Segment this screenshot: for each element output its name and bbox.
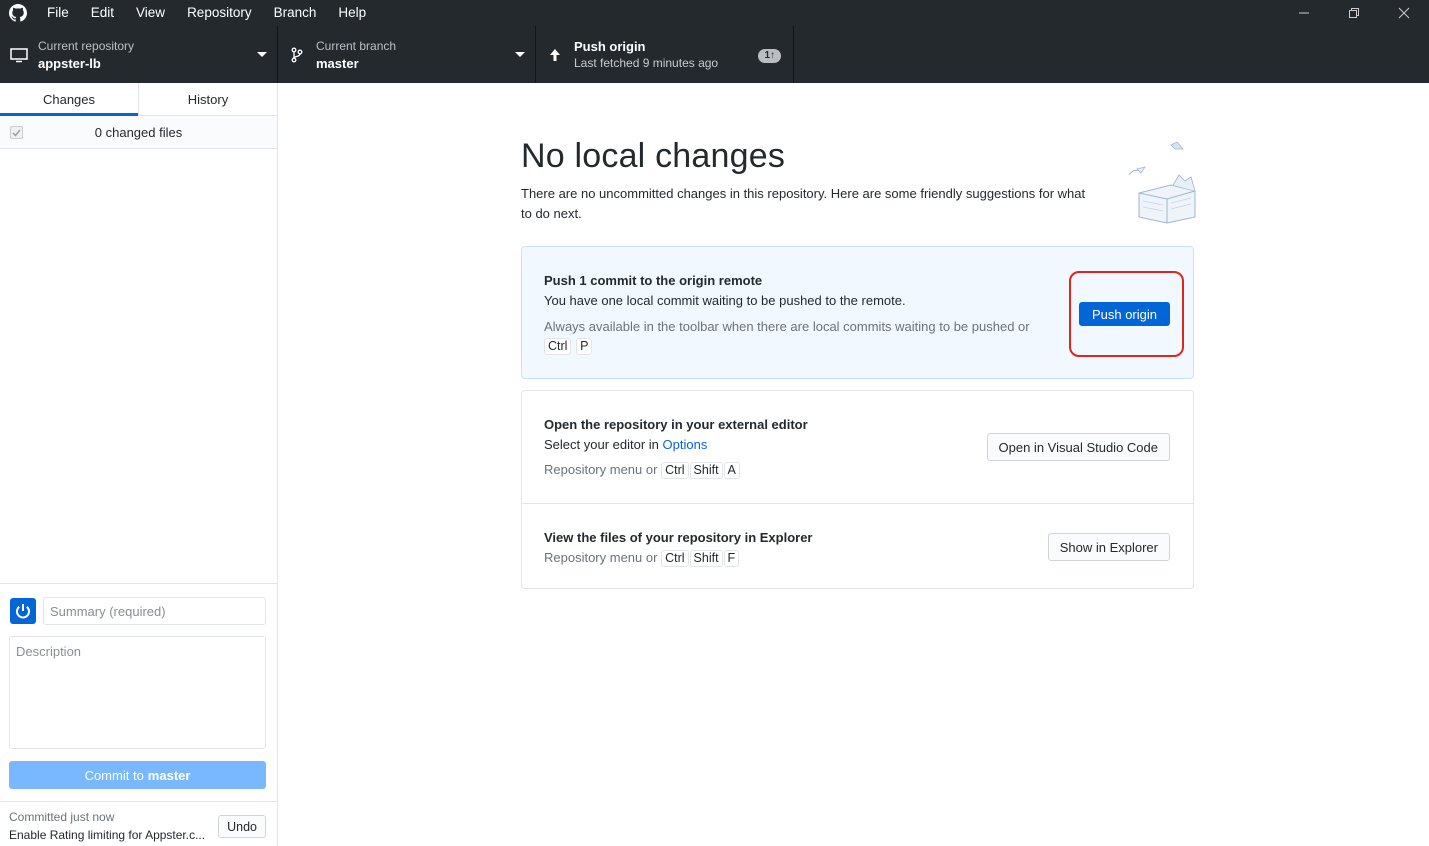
minimize-icon[interactable] [1279,0,1329,26]
show-in-explorer-button[interactable]: Show in Explorer [1047,533,1170,561]
sidebar-tabs: Changes History [0,83,277,116]
chevron-down-icon [257,52,267,57]
menu-repository[interactable]: Repository [176,0,263,26]
editor-card-description: Select your editor in Options [544,437,707,452]
menu-help[interactable]: Help [327,0,377,26]
kbd-p: P [576,338,593,355]
menu-edit[interactable]: Edit [80,0,125,26]
editor-suggestion: Open the repository in your external edi… [522,391,1193,503]
kbd-shift: Shift [689,462,723,479]
undo-button[interactable]: Undo [218,815,266,838]
menu-file[interactable]: File [36,0,80,26]
current-repository-dropdown[interactable]: Current repository appster-lb [0,26,278,83]
menu-bar: File Edit View Repository Branch Help [36,0,377,26]
kbd-ctrl: Ctrl [661,550,689,567]
computer-icon [0,47,38,63]
summary-input[interactable] [43,597,266,625]
last-commit-message: Enable Rating limiting for Appster.c... [9,828,206,842]
commit-button-label: Commit to [84,767,144,783]
options-link[interactable]: Options [663,437,708,452]
push-title: Push origin [574,38,646,54]
open-in-editor-button[interactable]: Open in Visual Studio Code [986,433,1170,461]
repository-label: Current repository [38,38,135,53]
description-field[interactable] [9,636,266,749]
push-card-title: Push 1 commit to the origin remote [544,273,763,288]
editor-card-title: Open the repository in your external edi… [544,417,808,432]
branch-name: master [316,55,359,71]
kbd-shift: Shift [689,550,723,567]
suggestions-card: Open the repository in your external edi… [521,390,1194,589]
avatar [10,598,36,624]
tab-changes[interactable]: Changes [0,83,138,116]
current-branch-dropdown[interactable]: Current branch master [278,26,536,83]
menu-branch[interactable]: Branch [263,0,328,26]
title-bar: File Edit View Repository Branch Help [0,0,1429,26]
commit-panel: Commit to master Committed just now Enab… [0,583,277,846]
menu-view[interactable]: View [125,0,176,26]
push-suggestion-card: Push 1 commit to the origin remote You h… [521,246,1194,379]
main-content: No local changes There are no uncommitte… [279,83,1429,846]
commit-branch-name: master [147,767,191,783]
branch-label: Current branch [316,38,397,53]
arrow-up-icon [536,48,574,62]
push-origin-card-button[interactable]: Push origin [1078,302,1170,326]
push-card-hint: Always available in the toolbar when the… [544,319,1030,334]
github-logo-icon [0,0,36,26]
intro-text: There are no uncommitted changes in this… [521,186,1086,221]
restore-icon[interactable] [1329,0,1379,26]
explorer-hint-text: Repository menu or [544,550,658,565]
close-icon[interactable] [1379,0,1429,26]
ahead-count-badge: 1↑ [758,49,781,63]
changed-files-header: 0 changed files [0,116,277,149]
changed-files-count: 0 changed files [94,124,183,140]
select-all-checkbox[interactable] [10,126,23,139]
kbd-ctrl: Ctrl [544,338,572,355]
window-controls [1279,0,1429,26]
explorer-card-title: View the files of your repository in Exp… [544,530,813,545]
toolbar: Current repository appster-lb Current br… [0,26,1429,83]
last-commit-time: Committed just now [9,810,115,824]
tab-history[interactable]: History [138,83,277,115]
editor-hint-text: Repository menu or [544,462,658,477]
editor-shortcut: Repository menu or Ctrl Shift A [544,462,741,479]
commit-button[interactable]: Commit to master [9,761,266,789]
last-fetched-text: Last fetched 9 minutes ago [574,55,719,70]
kbd-ctrl: Ctrl [661,462,689,479]
push-shortcut: Ctrl P [544,338,593,355]
page-title: No local changes [521,137,786,175]
branch-icon [278,47,316,63]
editor-desc-text: Select your editor in [544,437,659,452]
explorer-suggestion: View the files of your repository in Exp… [522,503,1193,589]
push-origin-button[interactable]: Push origin Last fetched 9 minutes ago 1… [536,26,794,83]
last-commit-summary: Committed just now Enable Rating limitin… [0,801,277,846]
kbd-a: A [723,462,740,479]
empty-state-illustration [1111,137,1201,227]
sidebar: Changes History 0 changed files Commit t… [0,83,278,846]
chevron-down-icon [515,52,525,57]
push-card-description: You have one local commit waiting to be … [544,293,906,308]
repository-name: appster-lb [38,55,101,71]
kbd-f: F [723,550,740,567]
explorer-shortcut: Repository menu or Ctrl Shift F [544,550,740,567]
